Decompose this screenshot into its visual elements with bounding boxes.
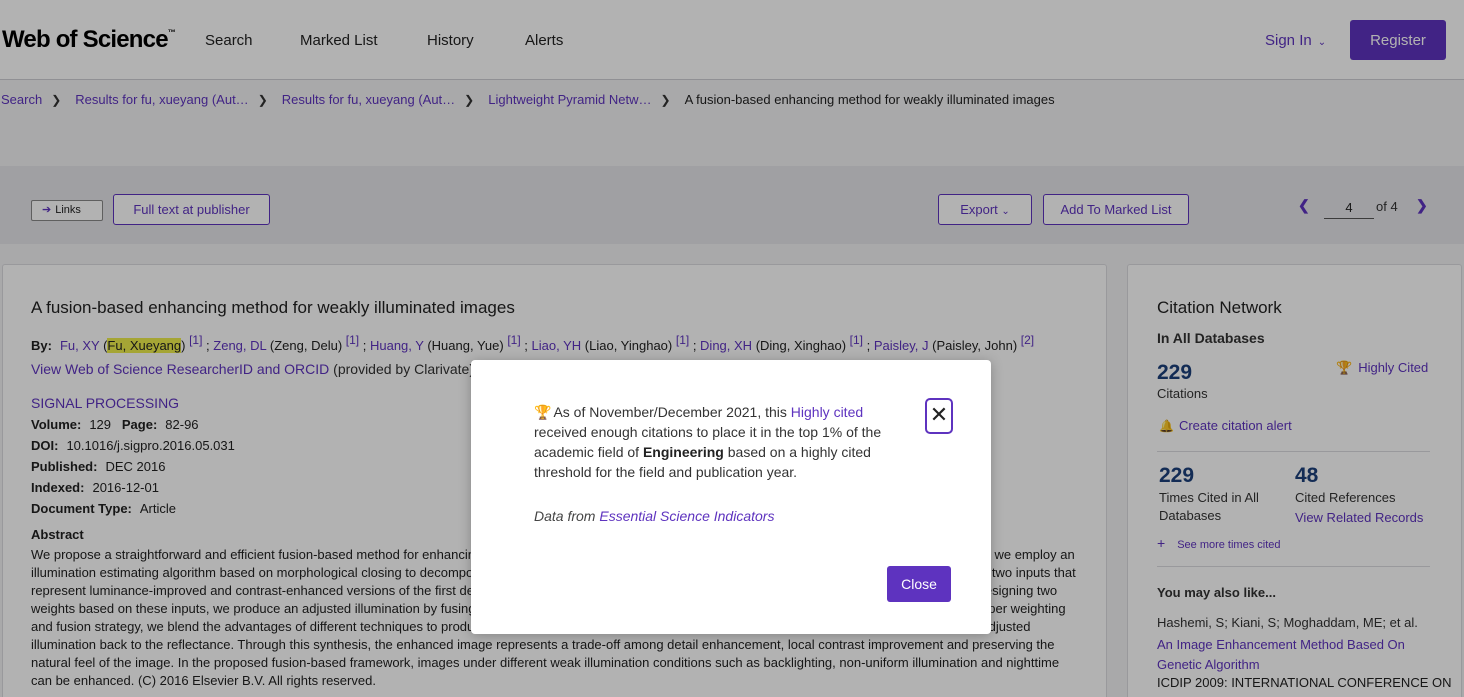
dialog-field-name: Engineering bbox=[642, 444, 724, 460]
close-button[interactable]: Close bbox=[887, 566, 951, 602]
dialog-message: 🏆 As of November/December 2021, this High… bbox=[534, 402, 894, 482]
dialog-text-start: As of November/December 2021, this bbox=[553, 404, 787, 420]
close-icon[interactable]: ✕ bbox=[925, 398, 953, 434]
highly-cited-dialog: 🏆 As of November/December 2021, this High… bbox=[471, 360, 991, 634]
source-prefix: Data from bbox=[534, 508, 596, 524]
trophy-icon: 🏆 bbox=[534, 404, 552, 420]
highly-cited-link[interactable]: Highly cited bbox=[791, 404, 863, 420]
esi-link[interactable]: Essential Science Indicators bbox=[599, 508, 774, 524]
dialog-source: Data from Essential Science Indicators bbox=[534, 508, 774, 524]
